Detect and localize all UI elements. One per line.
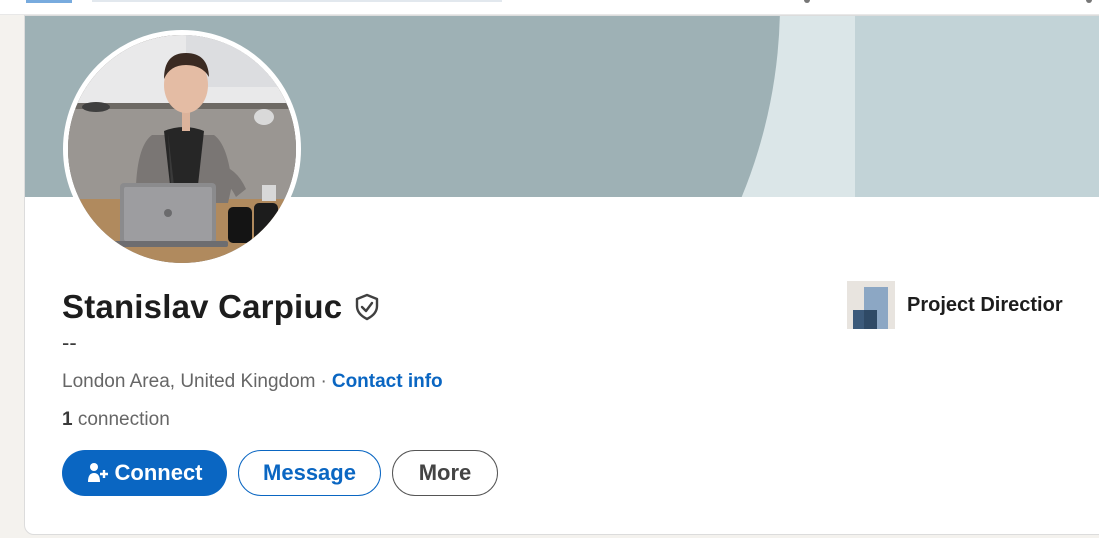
verified-shield-icon[interactable] [352,292,382,322]
message-button[interactable]: Message [238,450,381,496]
connection-label: connection [77,409,170,430]
add-person-icon [87,463,108,482]
contact-info-link[interactable]: Contact info [332,371,443,392]
profile-location: London Area, United Kingdom [62,371,316,392]
profile-actions: Connect Message More [62,450,498,496]
nav-item-edge [1086,0,1092,3]
nav-item-edge [804,0,810,3]
message-label: Message [263,460,356,485]
profile-photo-illustration [68,35,296,263]
top-nav-bar [0,0,1099,15]
current-company[interactable]: Project Directior [847,281,1063,329]
more-button[interactable]: More [392,450,498,496]
nav-search-edge [92,0,502,2]
profile-headline: -- [62,330,77,355]
profile-name: Stanislav Carpiuc [62,288,343,325]
nav-home-indicator [26,0,72,3]
profile-photo[interactable] [63,30,301,268]
connect-label: Connect [114,460,203,485]
profile-card: Stanislav Carpiuc -- London Area, United… [24,15,1099,535]
profile-name-row: Stanislav Carpiuc [62,287,382,327]
company-name: Project Directior [907,293,1063,316]
location-separator: · [320,371,327,392]
more-label: More [418,460,472,485]
connect-button[interactable]: Connect [62,450,227,496]
company-building-logo [847,281,895,329]
connection-count: 1 [62,409,73,430]
profile-location-row: London Area, United Kingdom · Contact info [62,371,443,393]
connections-link[interactable]: 1 connection [62,409,170,431]
